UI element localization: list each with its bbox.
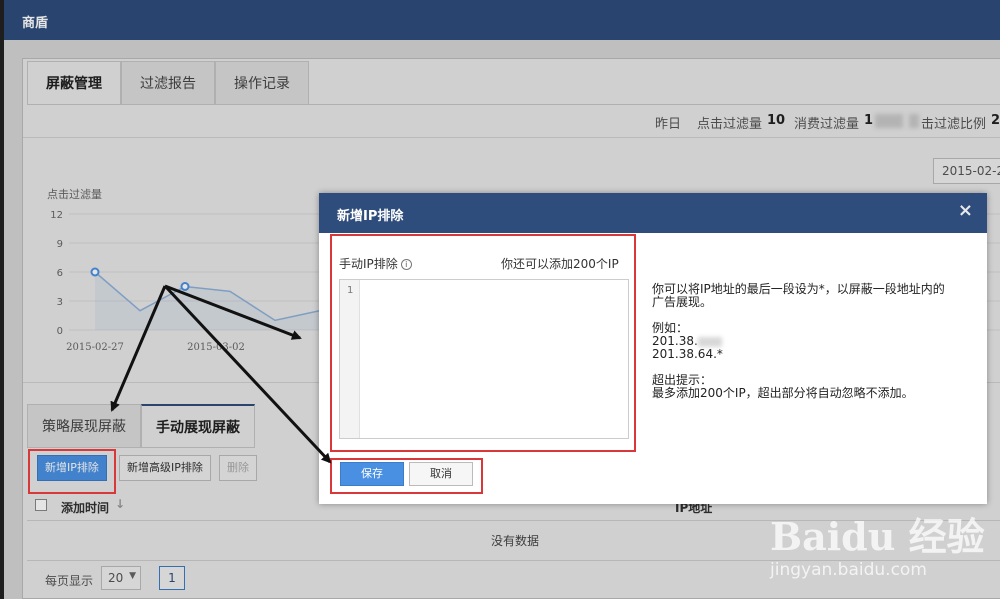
watermark-logo: Baidu 经验 bbox=[770, 514, 985, 559]
arrow-to-add-ip bbox=[110, 285, 167, 412]
arrow-to-input bbox=[164, 284, 302, 340]
watermark-url: jingyan.baidu.com bbox=[770, 560, 927, 580]
arrow-to-buttons bbox=[163, 284, 332, 464]
baidu-watermark: Baidu 经验 jingyan.baidu.com bbox=[750, 490, 990, 590]
